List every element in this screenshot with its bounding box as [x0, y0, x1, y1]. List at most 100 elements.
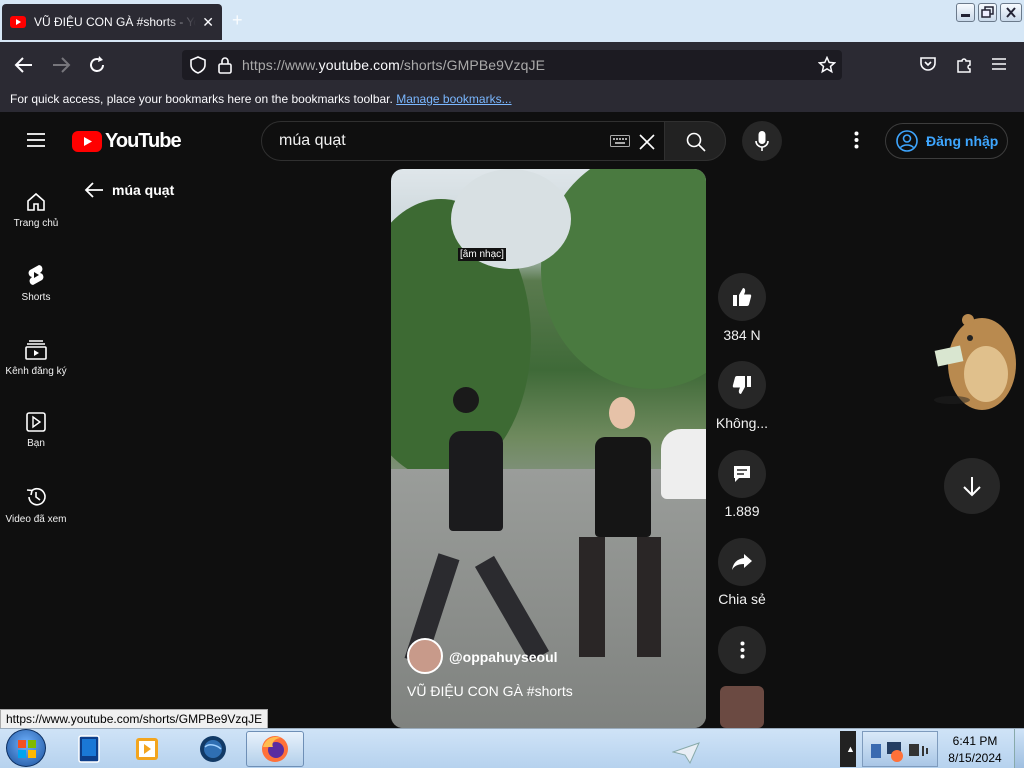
account-icon	[896, 130, 918, 152]
dancer-female	[595, 437, 651, 537]
you-icon	[26, 412, 46, 432]
taskbar-app-icon[interactable]	[64, 731, 114, 767]
bookmark-star-icon[interactable]	[818, 56, 836, 74]
manage-bookmarks-link[interactable]: Manage bookmarks...	[396, 92, 511, 106]
clock-date: 8/15/2024	[948, 751, 1002, 765]
voice-search-button[interactable]	[742, 121, 782, 161]
back-to-search-button[interactable]: múa quạt	[84, 182, 174, 198]
home-icon	[27, 192, 45, 211]
extensions-icon[interactable]	[955, 55, 973, 73]
pocket-icon[interactable]	[919, 55, 937, 73]
link-status-url: https://www.youtube.com/shorts/GMPBe9Vzq…	[0, 709, 269, 729]
share-button[interactable]	[718, 538, 766, 586]
thumbs-up-icon	[733, 288, 752, 306]
sidebar-item-label: Trang chủ	[13, 218, 59, 229]
search-button[interactable]	[664, 121, 726, 161]
sign-in-label: Đăng nhập	[926, 133, 999, 149]
sidebar-item-label: Kênh đăng ký	[5, 366, 67, 377]
search-box[interactable]: múa quạt	[261, 121, 726, 161]
sound-thumbnail[interactable]	[720, 686, 764, 728]
thumbs-down-icon	[732, 376, 751, 394]
taskbar-clock[interactable]: 6:41 PM 8/15/2024	[940, 733, 1010, 767]
windows-start-icon[interactable]	[6, 729, 46, 767]
youtube-logo-icon	[72, 131, 102, 152]
sidebar-item-history[interactable]: Video đã xem	[0, 486, 72, 525]
arrow-left-icon	[84, 182, 103, 198]
sidebar-item-label: Shorts	[21, 292, 51, 303]
taskbar-globe-icon[interactable]	[188, 731, 238, 767]
dancer-female-face	[609, 397, 635, 429]
url-text[interactable]: https://www.youtube.com/shorts/GMPBe9Vzq…	[242, 57, 545, 73]
comment-icon	[734, 466, 750, 482]
hamster-mascot-icon	[930, 308, 1022, 412]
shorts-video-player[interactable]: @oppahuyseoul VŨ ĐIỆU CON GÀ #shorts	[391, 169, 706, 728]
lock-icon[interactable]	[218, 56, 232, 74]
bookmarks-hint: For quick access, place your bookmarks h…	[10, 92, 393, 106]
new-tab-icon[interactable]: +	[232, 10, 243, 31]
sidebar-item-label: Bạn	[27, 438, 45, 449]
shorts-icon	[28, 265, 44, 285]
next-video-button[interactable]	[944, 458, 1000, 514]
tab-close-icon[interactable]: ✕	[202, 14, 214, 31]
more-vertical-icon	[740, 641, 744, 659]
address-bar[interactable]: https://www.youtube.com/shorts/GMPBe9Vzq…	[182, 50, 842, 80]
search-icon	[686, 132, 706, 152]
bookmarks-toolbar: For quick access, place your bookmarks h…	[0, 88, 1024, 112]
close-window-button[interactable]	[1000, 3, 1022, 22]
sidebar-item-label: Video đã xem	[5, 514, 67, 525]
search-input[interactable]: múa quạt	[279, 132, 599, 150]
back-label: múa quạt	[112, 182, 175, 198]
sign-in-button[interactable]: Đăng nhập	[885, 123, 1008, 159]
keyboard-icon[interactable]	[610, 135, 630, 147]
clock-time: 6:41 PM	[952, 734, 998, 748]
dislike-button[interactable]	[718, 361, 766, 409]
youtube-favicon-icon	[10, 16, 26, 28]
sidebar-item-you[interactable]: Bạn	[0, 412, 72, 449]
sidebar-item-subscriptions[interactable]: Kênh đăng ký	[0, 340, 72, 377]
settings-more-icon[interactable]	[854, 131, 859, 149]
sidebar-item-home[interactable]: Trang chủ	[0, 192, 72, 229]
system-tray	[862, 731, 938, 767]
like-count: 384 N	[723, 327, 761, 343]
forward-icon[interactable]	[51, 56, 71, 74]
more-actions-button[interactable]	[718, 626, 766, 674]
browser-tab[interactable]: VŨ ĐIỆU CON GÀ #shorts - YouTube ✕	[2, 4, 222, 40]
comments-button[interactable]	[718, 450, 766, 498]
channel-avatar[interactable]	[407, 638, 443, 674]
minimize-window-button[interactable]	[956, 3, 975, 22]
dancer-female-leg	[579, 537, 605, 657]
sidebar-item-shorts[interactable]: Shorts	[0, 264, 72, 303]
dancer-female-leg	[637, 537, 661, 657]
channel-name[interactable]: @oppahuyseoul	[449, 649, 558, 665]
arrow-down-icon	[963, 477, 981, 497]
menu-icon[interactable]	[991, 57, 1007, 71]
back-icon[interactable]	[14, 56, 34, 74]
microphone-icon	[755, 131, 769, 151]
video-title[interactable]: VŨ ĐIỆU CON GÀ #shorts	[407, 683, 573, 699]
restore-window-button[interactable]	[978, 3, 997, 22]
share-label: Chia sẻ	[718, 591, 766, 607]
clear-search-icon[interactable]	[638, 133, 656, 151]
video-scene-car	[661, 429, 706, 499]
show-desktop-button[interactable]	[1014, 729, 1024, 768]
closed-caption-text: [âm nhạc]	[458, 248, 506, 261]
like-button[interactable]	[718, 273, 766, 321]
dancer-male	[449, 431, 503, 531]
history-icon	[26, 487, 46, 506]
share-icon	[732, 554, 752, 570]
shield-icon[interactable]	[190, 56, 206, 74]
show-hidden-icons-icon[interactable]: ▲	[846, 744, 855, 754]
paper-plane-icon	[672, 742, 700, 764]
subscriptions-icon	[25, 340, 47, 360]
youtube-logo[interactable]: YouTube	[72, 130, 182, 153]
hamburger-menu-icon[interactable]	[26, 132, 46, 148]
comment-count: 1.889	[724, 503, 760, 519]
taskbar-firefox-icon[interactable]	[246, 731, 304, 767]
youtube-logo-text: YouTube	[105, 130, 182, 152]
taskbar-media-player-icon[interactable]	[122, 731, 172, 767]
dancer-hat	[453, 387, 479, 413]
dancer-male-legs	[404, 524, 551, 665]
tab-title: VŨ ĐIỆU CON GÀ #shorts - YouTube	[34, 15, 196, 29]
dislike-label: Không...	[715, 415, 769, 431]
reload-icon[interactable]	[87, 55, 107, 75]
